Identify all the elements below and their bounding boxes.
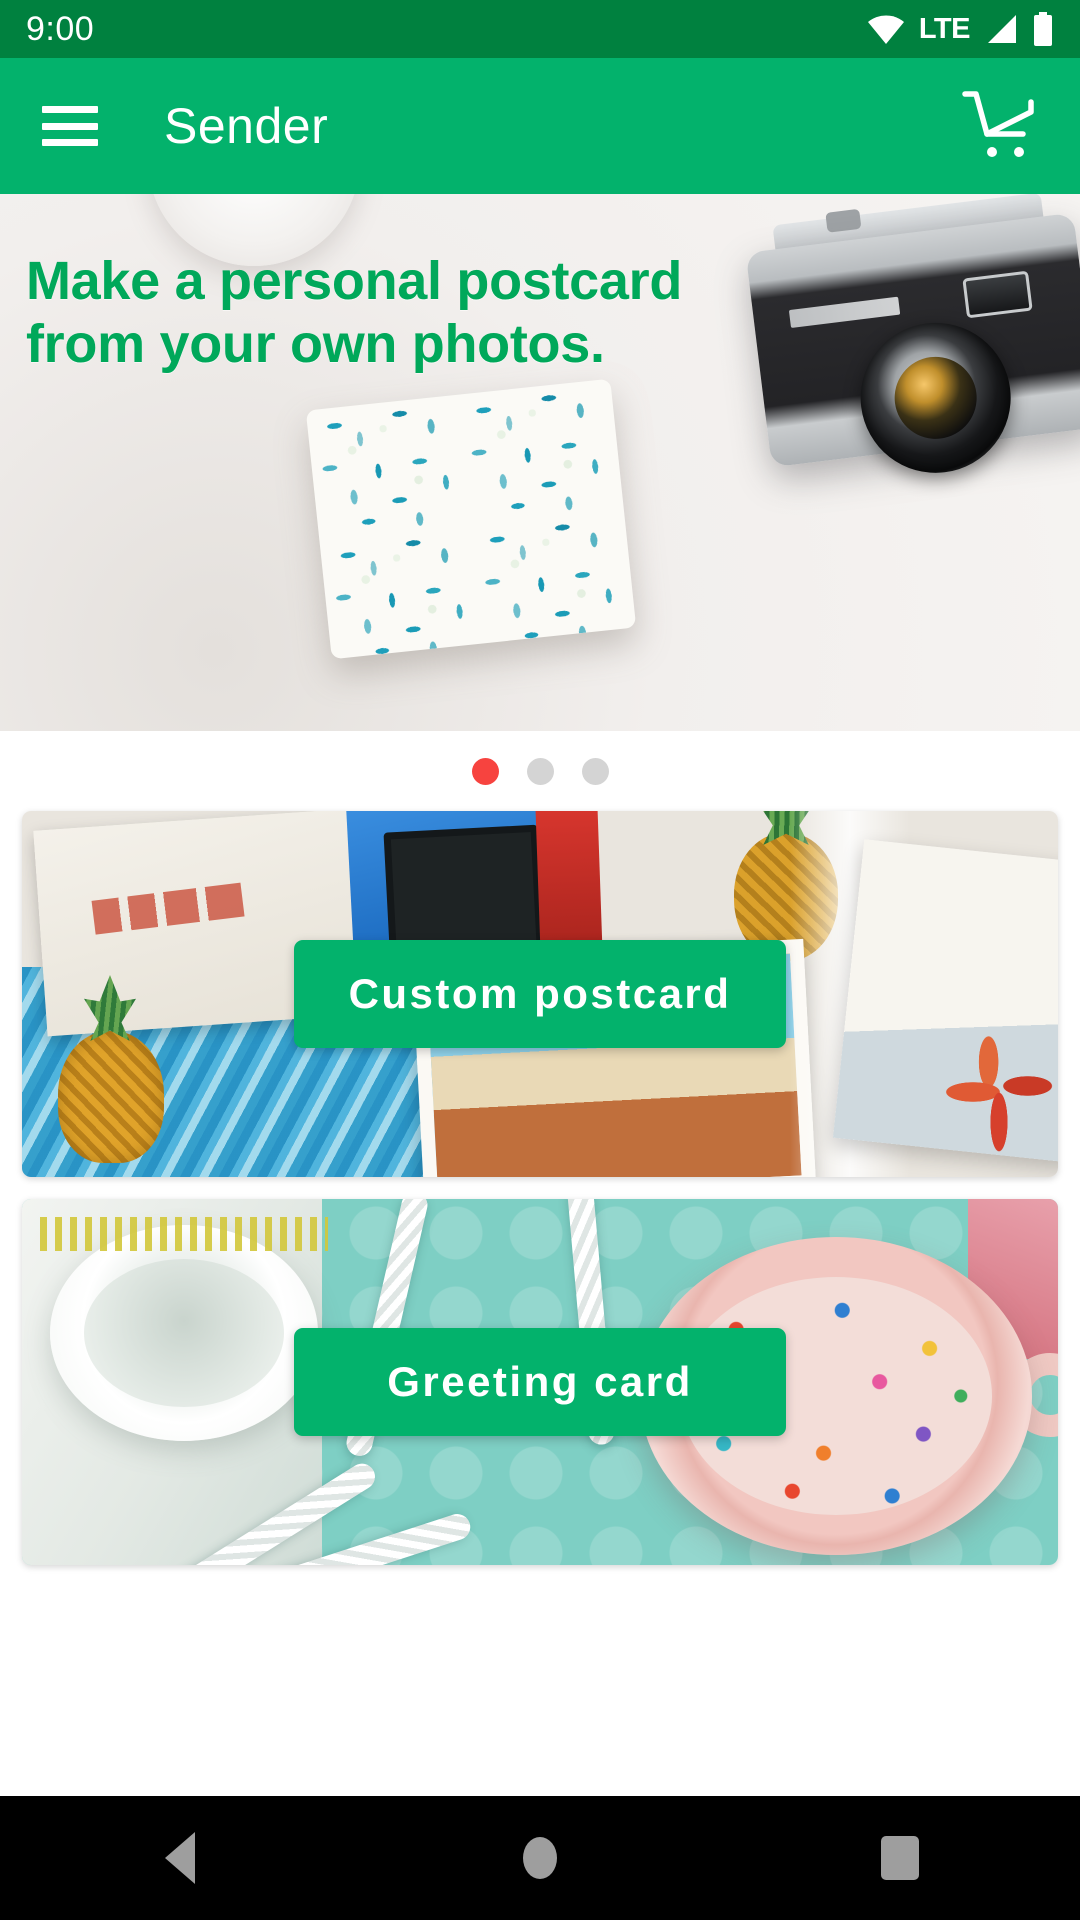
status-icon-group: LTE bbox=[867, 12, 1054, 46]
category-card-custom-postcard[interactable]: Custom postcard bbox=[22, 811, 1058, 1177]
shopping-cart-icon[interactable] bbox=[956, 84, 1040, 168]
back-button[interactable] bbox=[115, 1796, 245, 1920]
floral-postcard-prop bbox=[305, 378, 637, 660]
app-bar: Sender bbox=[0, 58, 1080, 194]
signal-icon bbox=[984, 14, 1018, 44]
carousel-dot-3[interactable] bbox=[581, 757, 609, 785]
custom-postcard-button[interactable]: Custom postcard bbox=[294, 940, 786, 1048]
hero-headline: Make a personal postcard from your own p… bbox=[26, 250, 682, 376]
app-screen: 9:00 LTE Sender Make a personal postcard… bbox=[0, 0, 1080, 1920]
carousel-indicator bbox=[0, 731, 1080, 811]
app-title: Sender bbox=[164, 98, 329, 154]
network-type-label: LTE bbox=[918, 12, 971, 45]
recents-button[interactable] bbox=[835, 1796, 965, 1920]
android-navigation-bar bbox=[0, 1796, 1080, 1920]
vintage-camera-prop bbox=[742, 194, 1080, 503]
home-button[interactable] bbox=[475, 1796, 605, 1920]
hero-headline-line1: Make a personal postcard bbox=[26, 251, 683, 311]
hero-carousel-slide[interactable]: Make a personal postcard from your own p… bbox=[0, 194, 1080, 731]
hero-headline-line2: from your own photos. bbox=[26, 314, 605, 375]
battery-icon bbox=[1032, 12, 1054, 46]
category-card-greeting-card[interactable]: Greeting card bbox=[22, 1199, 1058, 1565]
category-card-list: Custom postcard Greeting card bbox=[0, 811, 1080, 1565]
carousel-dot-1[interactable] bbox=[471, 757, 499, 785]
carousel-dot-2[interactable] bbox=[526, 757, 554, 785]
status-bar: 9:00 LTE bbox=[0, 0, 1080, 58]
hamburger-menu-icon[interactable] bbox=[42, 106, 98, 146]
status-clock: 9:00 bbox=[26, 9, 95, 48]
greeting-card-button[interactable]: Greeting card bbox=[294, 1328, 786, 1436]
wifi-icon bbox=[867, 14, 905, 44]
